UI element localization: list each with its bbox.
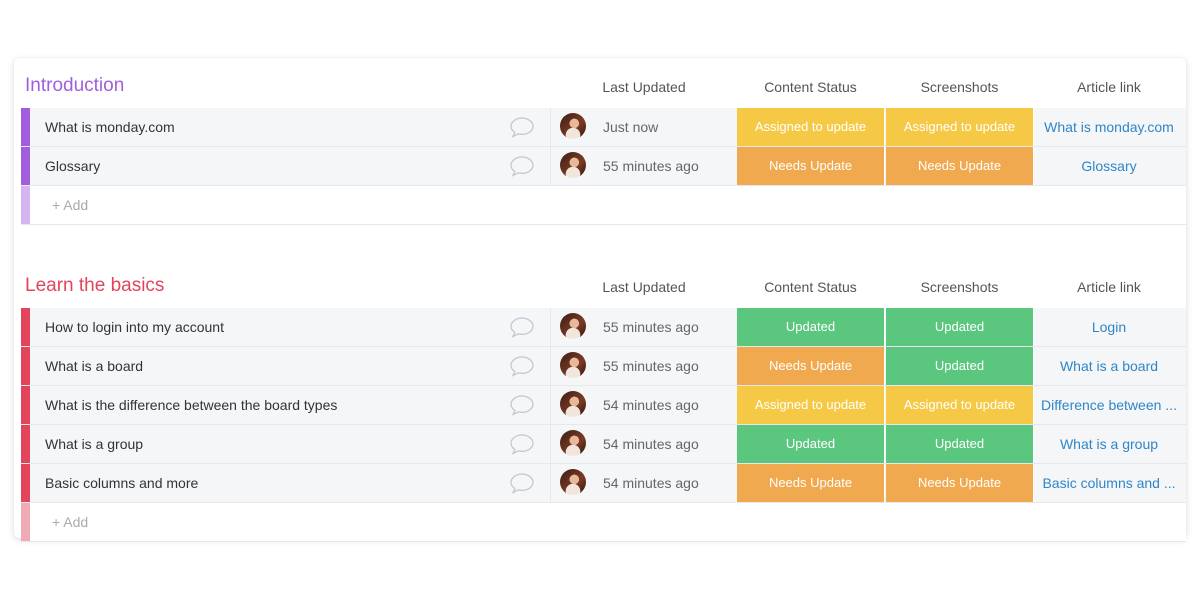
group-color-bar bbox=[21, 503, 30, 541]
last-updated-value: 54 minutes ago bbox=[603, 436, 699, 452]
group-title[interactable]: Introduction bbox=[25, 75, 124, 97]
column-header-screenshots[interactable]: Screenshots bbox=[886, 79, 1033, 95]
group-color-bar bbox=[21, 108, 30, 146]
column-header-content-status[interactable]: Content Status bbox=[737, 279, 884, 295]
item-name[interactable]: What is a board bbox=[45, 358, 143, 374]
article-link[interactable]: What is a group bbox=[1035, 436, 1183, 452]
chat-bubble-icon[interactable] bbox=[509, 316, 535, 338]
column-header-article-link[interactable]: Article link bbox=[1035, 279, 1183, 295]
content-status-cell[interactable]: Updated bbox=[737, 425, 885, 463]
column-header-screenshots[interactable]: Screenshots bbox=[886, 279, 1033, 295]
group-title[interactable]: Learn the basics bbox=[25, 275, 164, 297]
divider bbox=[550, 425, 551, 463]
avatar[interactable] bbox=[560, 352, 586, 378]
divider bbox=[550, 147, 551, 185]
column-header-content-status[interactable]: Content Status bbox=[737, 79, 884, 95]
divider bbox=[550, 464, 551, 502]
screenshots-status-cell[interactable]: Needs Update bbox=[886, 147, 1034, 185]
article-link[interactable]: What is monday.com bbox=[1035, 119, 1183, 135]
table-row[interactable]: What is a group 54 minutes ago Updated U… bbox=[21, 425, 1186, 464]
divider bbox=[550, 308, 551, 346]
group-color-bar bbox=[21, 464, 30, 502]
last-updated-value: 54 minutes ago bbox=[603, 397, 699, 413]
item-name[interactable]: How to login into my account bbox=[45, 319, 224, 335]
divider bbox=[550, 347, 551, 385]
group-color-bar bbox=[21, 186, 30, 224]
last-updated-value: 55 minutes ago bbox=[603, 319, 699, 335]
chat-bubble-icon[interactable] bbox=[509, 355, 535, 377]
group-color-bar bbox=[21, 425, 30, 463]
screenshots-status-cell[interactable]: Assigned to update bbox=[886, 386, 1034, 424]
article-link[interactable]: Glossary bbox=[1035, 158, 1183, 174]
screenshots-status-cell[interactable]: Updated bbox=[886, 347, 1034, 385]
last-updated-value: Just now bbox=[603, 119, 659, 135]
avatar[interactable] bbox=[560, 430, 586, 456]
group-0: Introduction Last Updated Content Status… bbox=[14, 62, 1186, 225]
article-link[interactable]: What is a board bbox=[1035, 358, 1183, 374]
chat-bubble-icon[interactable] bbox=[509, 472, 535, 494]
table-row[interactable]: What is a board 55 minutes ago Needs Upd… bbox=[21, 347, 1186, 386]
item-name[interactable]: Basic columns and more bbox=[45, 475, 198, 491]
content-status-cell[interactable]: Assigned to update bbox=[737, 386, 885, 424]
item-name[interactable]: What is a group bbox=[45, 436, 143, 452]
column-header-last-updated[interactable]: Last Updated bbox=[580, 79, 708, 95]
table-row[interactable]: Glossary 55 minutes ago Needs Update Nee… bbox=[21, 147, 1186, 186]
add-item-button[interactable]: + Add bbox=[52, 514, 88, 530]
content-status-cell[interactable]: Needs Update bbox=[737, 464, 885, 502]
article-link[interactable]: Login bbox=[1035, 319, 1183, 335]
article-link[interactable]: Difference between ... bbox=[1035, 397, 1183, 413]
last-updated-value: 54 minutes ago bbox=[603, 475, 699, 491]
divider bbox=[550, 108, 551, 146]
avatar[interactable] bbox=[560, 152, 586, 178]
avatar[interactable] bbox=[560, 469, 586, 495]
table-row[interactable]: What is the difference between the board… bbox=[21, 386, 1186, 425]
column-header-article-link[interactable]: Article link bbox=[1035, 79, 1183, 95]
item-name[interactable]: What is monday.com bbox=[45, 119, 175, 135]
table-row[interactable]: What is monday.com Just now Assigned to … bbox=[21, 108, 1186, 147]
group-header: Learn the basics Last Updated Content St… bbox=[14, 262, 1186, 308]
add-item-row[interactable]: + Add bbox=[21, 503, 1186, 542]
table-row[interactable]: How to login into my account 55 minutes … bbox=[21, 308, 1186, 347]
screenshots-status-cell[interactable]: Assigned to update bbox=[886, 108, 1034, 146]
last-updated-value: 55 minutes ago bbox=[603, 158, 699, 174]
add-item-row[interactable]: + Add bbox=[21, 186, 1186, 225]
table-row[interactable]: Basic columns and more 54 minutes ago Ne… bbox=[21, 464, 1186, 503]
group-color-bar bbox=[21, 308, 30, 346]
content-status-cell[interactable]: Needs Update bbox=[737, 347, 885, 385]
content-status-cell[interactable]: Assigned to update bbox=[737, 108, 885, 146]
article-link[interactable]: Basic columns and ... bbox=[1035, 475, 1183, 491]
avatar[interactable] bbox=[560, 391, 586, 417]
board: Introduction Last Updated Content Status… bbox=[14, 58, 1186, 542]
item-name[interactable]: What is the difference between the board… bbox=[45, 397, 337, 413]
divider bbox=[550, 386, 551, 424]
last-updated-value: 55 minutes ago bbox=[603, 358, 699, 374]
chat-bubble-icon[interactable] bbox=[509, 155, 535, 177]
group-header: Introduction Last Updated Content Status… bbox=[14, 62, 1186, 108]
content-status-cell[interactable]: Needs Update bbox=[737, 147, 885, 185]
group-color-bar bbox=[21, 386, 30, 424]
screenshots-status-cell[interactable]: Needs Update bbox=[886, 464, 1034, 502]
screenshots-status-cell[interactable]: Updated bbox=[886, 425, 1034, 463]
chat-bubble-icon[interactable] bbox=[509, 433, 535, 455]
column-header-last-updated[interactable]: Last Updated bbox=[580, 279, 708, 295]
chat-bubble-icon[interactable] bbox=[509, 116, 535, 138]
group-color-bar bbox=[21, 347, 30, 385]
item-name[interactable]: Glossary bbox=[45, 158, 100, 174]
add-item-button[interactable]: + Add bbox=[52, 197, 88, 213]
screenshots-status-cell[interactable]: Updated bbox=[886, 308, 1034, 346]
avatar[interactable] bbox=[560, 313, 586, 339]
group-color-bar bbox=[21, 147, 30, 185]
content-status-cell[interactable]: Updated bbox=[737, 308, 885, 346]
group-1: Learn the basics Last Updated Content St… bbox=[14, 262, 1186, 542]
avatar[interactable] bbox=[560, 113, 586, 139]
chat-bubble-icon[interactable] bbox=[509, 394, 535, 416]
